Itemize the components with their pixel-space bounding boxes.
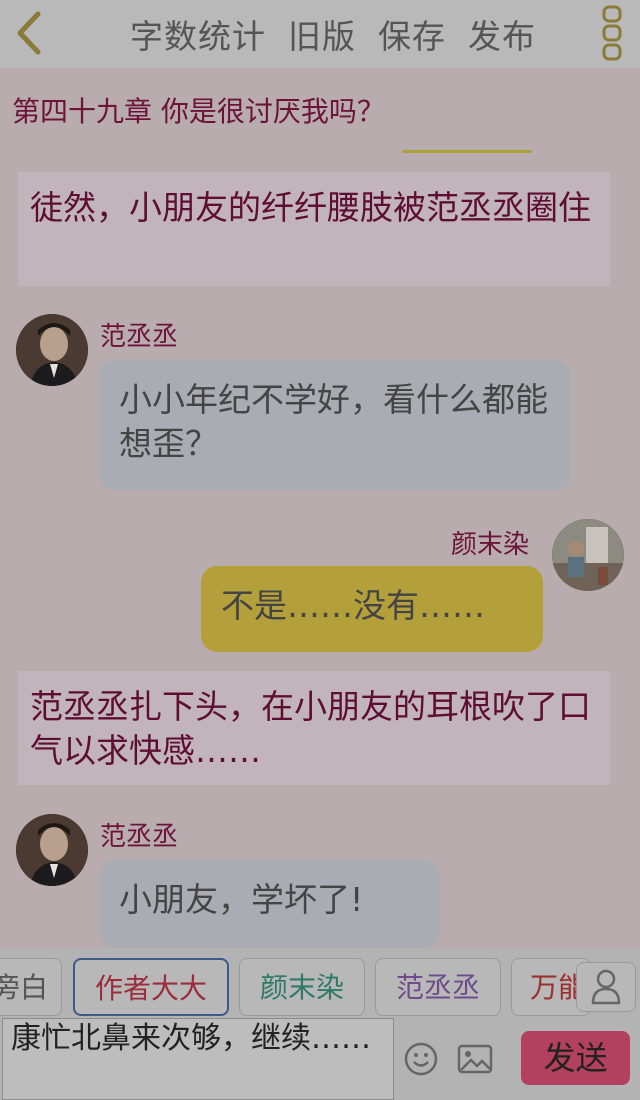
avatar-image [552, 519, 624, 591]
character-chip-narrator[interactable]: 旁白 [0, 958, 62, 1016]
editor-page: 字数统计 旧版 保存 发布 第四十九章 你是很讨厌我吗？ 徒然，小朋友的纤纤腰肢… [0, 0, 640, 1100]
narration-block[interactable]: 范丞丞扎下头，在小朋友的耳根吹了口气以求快感…… [18, 671, 610, 785]
word-count-button[interactable]: 字数统计 [130, 10, 266, 58]
save-button[interactable]: 保存 [378, 10, 446, 58]
publish-button[interactable]: 发布 [468, 10, 536, 58]
speaker-name: 颜末染 [451, 530, 530, 560]
character-chip-author[interactable]: 作者大大 [73, 958, 229, 1016]
avatar[interactable] [552, 519, 624, 591]
speaker-name: 范丞丞 [100, 322, 179, 352]
avatar[interactable] [16, 814, 88, 886]
title-underline [402, 150, 532, 153]
message-bubble[interactable]: 小小年纪不学好，看什么都能想歪？ [99, 360, 571, 490]
user-icon [591, 969, 621, 1005]
message-bubble[interactable]: 小朋友，学坏了! [99, 860, 441, 948]
top-bar: 字数统计 旧版 保存 发布 [0, 0, 640, 68]
chapter-title[interactable]: 第四十九章 你是很讨厌我吗？ [12, 90, 385, 130]
message-input[interactable]: 康忙北鼻来次够，继续…… [2, 1018, 394, 1100]
header-actions: 字数统计 旧版 保存 发布 [130, 10, 536, 58]
avatar-image [16, 814, 88, 886]
old-version-button[interactable]: 旧版 [288, 10, 356, 58]
emoji-icon[interactable] [404, 1042, 438, 1076]
character-chip-yan[interactable]: 颜末染 [239, 958, 365, 1016]
back-icon[interactable] [8, 8, 48, 58]
add-character-button[interactable] [576, 962, 636, 1012]
narration-block[interactable]: 徒然，小朋友的纤纤腰肢被范丞丞圈住 [18, 172, 610, 286]
avatar-image [16, 314, 88, 386]
avatar[interactable] [16, 314, 88, 386]
image-icon[interactable] [457, 1044, 493, 1074]
character-chip-fan[interactable]: 范丞丞 [375, 958, 501, 1016]
send-button[interactable]: 发送 [521, 1031, 630, 1085]
message-bubble[interactable]: 不是……没有…… [201, 566, 543, 652]
speaker-name: 范丞丞 [100, 822, 179, 852]
more-icon[interactable] [600, 4, 624, 62]
